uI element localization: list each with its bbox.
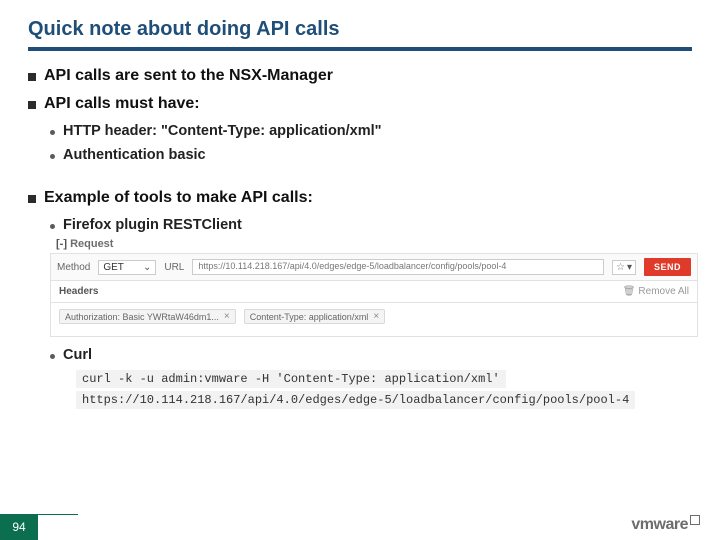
bullet-text: API calls are sent to the NSX-Manager bbox=[44, 67, 333, 85]
restclient-panel: [-] Request Method GET ⌄ URL https://10.… bbox=[50, 235, 698, 337]
header-tag-auth[interactable]: Authorization: Basic YWRtaW46dm1... × bbox=[59, 309, 236, 324]
close-icon[interactable]: × bbox=[373, 311, 379, 322]
method-label: Method bbox=[57, 262, 90, 273]
remove-all-button[interactable]: 🗑 Remove All bbox=[623, 286, 689, 297]
sub-bullet-text: Curl bbox=[63, 347, 92, 363]
logo-box-icon bbox=[690, 515, 700, 525]
dot-bullet-icon bbox=[50, 354, 55, 359]
bullet-text: Example of tools to make API calls: bbox=[44, 189, 313, 207]
favorites-toggle[interactable]: ☆ ▾ bbox=[612, 260, 636, 275]
close-icon[interactable]: × bbox=[224, 311, 230, 322]
headers-label: Headers bbox=[59, 286, 98, 297]
code-line: https://10.114.218.167/api/4.0/edges/edg… bbox=[76, 391, 635, 409]
slide-footer: 94 vmware bbox=[0, 506, 720, 540]
star-icon: ☆ bbox=[616, 262, 625, 273]
sub-bullet-text: Authentication basic bbox=[63, 147, 206, 163]
headers-bar: Headers 🗑 Remove All bbox=[50, 281, 698, 303]
request-label: Request bbox=[70, 238, 113, 250]
slide-title: Quick note about doing API calls bbox=[28, 18, 692, 47]
trash-icon: 🗑 bbox=[623, 286, 636, 297]
dot-bullet-icon bbox=[50, 224, 55, 229]
footer-accent-line bbox=[38, 514, 78, 515]
title-underline bbox=[28, 47, 692, 51]
header-tag-content-type[interactable]: Content-Type: application/xml × bbox=[244, 309, 385, 324]
sub-bullet-item: HTTP header: "Content-Type: application/… bbox=[50, 123, 692, 139]
dot-bullet-icon bbox=[50, 130, 55, 135]
method-select[interactable]: GET ⌄ bbox=[98, 260, 156, 275]
code-line: curl -k -u admin:vmware -H 'Content-Type… bbox=[76, 370, 506, 388]
chevron-down-icon: ▾ bbox=[627, 262, 632, 273]
square-bullet-icon bbox=[28, 73, 36, 81]
sub-bullet-text: Firefox plugin RESTClient bbox=[63, 217, 242, 233]
curl-code-block: curl -k -u admin:vmware -H 'Content-Type… bbox=[76, 369, 692, 411]
request-row: Method GET ⌄ URL https://10.114.218.167/… bbox=[50, 253, 698, 281]
square-bullet-icon bbox=[28, 101, 36, 109]
header-tag-text: Content-Type: application/xml bbox=[250, 312, 369, 322]
method-value: GET bbox=[103, 262, 124, 273]
bullet-text: API calls must have: bbox=[44, 95, 200, 113]
bullet-item: API calls must have: bbox=[28, 95, 692, 113]
send-button[interactable]: SEND bbox=[644, 258, 691, 276]
bullet-item: Example of tools to make API calls: bbox=[28, 189, 692, 207]
request-header: [-] Request bbox=[50, 235, 698, 253]
logo-text: vmware bbox=[631, 516, 688, 533]
header-tag-text: Authorization: Basic YWRtaW46dm1... bbox=[65, 312, 219, 322]
url-label: URL bbox=[164, 262, 184, 273]
page-number: 94 bbox=[0, 514, 38, 540]
header-tags-row: Authorization: Basic YWRtaW46dm1... × Co… bbox=[50, 303, 698, 337]
square-bullet-icon bbox=[28, 195, 36, 203]
sub-bullet-item: Firefox plugin RESTClient bbox=[50, 217, 692, 233]
sub-bullet-item: Curl bbox=[50, 347, 692, 363]
sub-bullet-item: Authentication basic bbox=[50, 147, 692, 163]
remove-all-label: Remove All bbox=[638, 286, 689, 297]
vmware-logo: vmware bbox=[631, 516, 700, 534]
url-input[interactable]: https://10.114.218.167/api/4.0/edges/edg… bbox=[192, 259, 604, 275]
collapse-icon[interactable]: [-] bbox=[56, 238, 67, 250]
sub-bullet-text: HTTP header: "Content-Type: application/… bbox=[63, 123, 382, 139]
chevron-down-icon: ⌄ bbox=[143, 262, 151, 273]
dot-bullet-icon bbox=[50, 154, 55, 159]
bullet-item: API calls are sent to the NSX-Manager bbox=[28, 67, 692, 85]
